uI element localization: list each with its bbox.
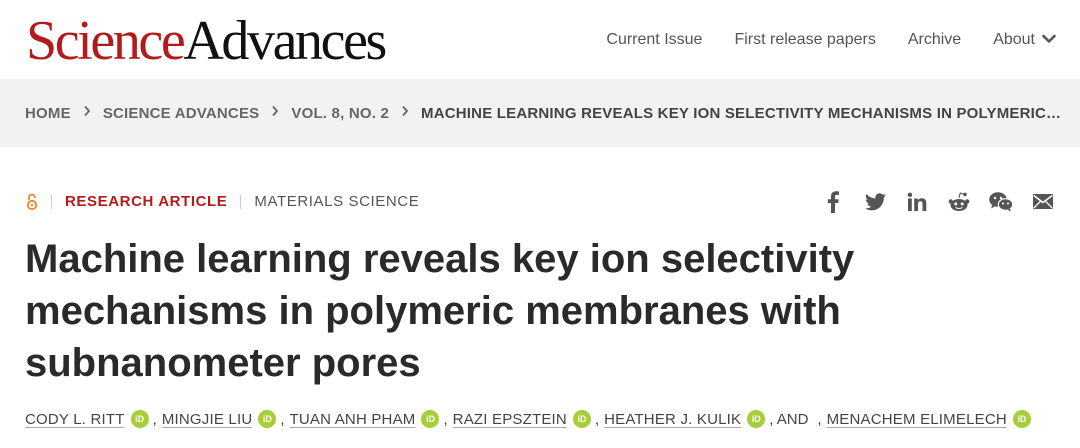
open-access-icon [25, 193, 39, 211]
nav-first-release-papers[interactable]: First release papers [734, 31, 875, 49]
author-name[interactable]: MENACHEM ELIMELECH [827, 411, 1007, 428]
twitter-icon[interactable] [863, 190, 887, 214]
facebook-icon[interactable] [821, 190, 845, 214]
chevron-right-icon [401, 104, 409, 122]
site-logo[interactable]: Science Advances [26, 9, 387, 72]
orcid-icon[interactable]: iD [258, 410, 277, 428]
article-title: Machine learning reveals key ion selecti… [25, 237, 855, 385]
orcid-icon[interactable]: iD [572, 410, 591, 428]
divider [51, 194, 52, 209]
breadcrumb-current-article: MACHINE LEARNING REVEALS KEY ION SELECTI… [421, 104, 1062, 122]
site-header: Science Advances Current Issue First rele… [0, 0, 1080, 79]
author-name[interactable]: CODY L. RITT [25, 411, 125, 428]
logo-advances: Advances [183, 9, 387, 72]
chevron-right-icon [271, 104, 279, 122]
wechat-icon[interactable] [989, 190, 1013, 214]
reddit-icon[interactable] [947, 190, 971, 214]
share-bar [803, 174, 1055, 229]
article-type[interactable]: RESEARCH ARTICLE [65, 193, 227, 210]
breadcrumb-volume[interactable]: VOL. 8, NO. 2 [291, 105, 389, 122]
author: TUAN ANH PHAM iD [290, 410, 440, 428]
breadcrumb-science-advances[interactable]: SCIENCE ADVANCES [103, 105, 260, 122]
orcid-icon[interactable]: iD [130, 410, 149, 428]
author: RAZI EPSZTEIN iD [453, 410, 591, 428]
author-separator: , [817, 410, 822, 428]
article-subject[interactable]: MATERIALS SCIENCE [254, 193, 419, 210]
author-separator: , [594, 410, 600, 428]
nav-archive[interactable]: Archive [908, 31, 961, 49]
article-header: RESEARCH ARTICLE MATERIALS SCIENCE Machi… [0, 174, 1080, 428]
author-list: CODY L. RITT iD , MINGJIE LIU iD , TUAN … [25, 410, 1055, 428]
breadcrumb-home[interactable]: HOME [25, 105, 71, 122]
author: HEATHER J. KULIK iD [604, 410, 766, 428]
author: CODY L. RITT iD [25, 410, 149, 428]
author-name[interactable]: RAZI EPSZTEIN [453, 411, 567, 428]
linkedin-icon[interactable] [905, 190, 929, 214]
author-and: , AND [769, 410, 809, 428]
author: MINGJIE LIU iD [162, 410, 277, 428]
logo-science: Science [26, 9, 186, 72]
author: MENACHEM ELIMELECH iD [827, 410, 1031, 428]
author-separator: , [443, 410, 448, 428]
divider [240, 194, 242, 209]
article-meta: RESEARCH ARTICLE MATERIALS SCIENCE [25, 174, 1055, 229]
orcid-icon[interactable]: iD [421, 410, 440, 428]
author-separator: , [280, 410, 285, 428]
main-nav: Current Issue First release papers Archi… [606, 31, 1056, 49]
breadcrumb: HOME SCIENCE ADVANCES VOL. 8, NO. 2 MACH… [0, 79, 1080, 147]
email-icon[interactable] [1031, 190, 1055, 214]
chevron-right-icon [83, 104, 91, 122]
author-name[interactable]: HEATHER J. KULIK [604, 411, 741, 428]
author-name[interactable]: TUAN ANH PHAM [290, 411, 416, 428]
nav-about[interactable]: About [993, 31, 1056, 49]
nav-current-issue[interactable]: Current Issue [606, 31, 702, 49]
orcid-icon[interactable]: iD [1012, 410, 1031, 428]
author-name[interactable]: MINGJIE LIU [162, 411, 253, 428]
chevron-down-icon [1042, 31, 1056, 49]
orcid-icon[interactable]: iD [747, 410, 766, 428]
nav-about-label: About [993, 30, 1035, 48]
author-separator: , [152, 410, 157, 428]
